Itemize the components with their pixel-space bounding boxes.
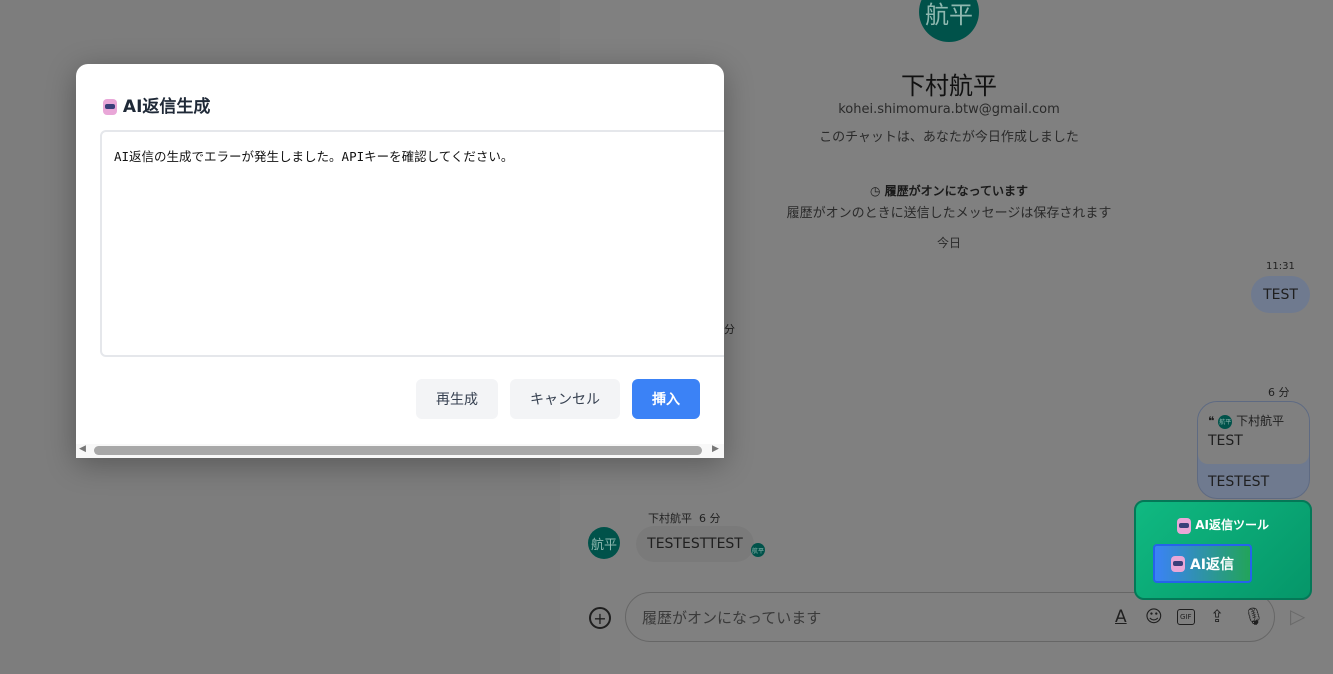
contact-avatar: 航平 <box>919 0 979 42</box>
emoji-icon[interactable]: ☺ <box>1145 607 1163 627</box>
message-time-partial: 分 <box>724 323 735 336</box>
message-bubble[interactable]: TESTESTTEST <box>636 526 754 562</box>
composer-placeholder: 履歴がオンになっています <box>642 608 822 627</box>
ai-reply-button-label: AI返信 <box>1189 556 1235 573</box>
quote-text: TEST <box>1208 433 1243 449</box>
sender-line: 下村航平 6 分 <box>648 510 721 526</box>
history-title-text: 履歴がオンになっています <box>884 184 1029 198</box>
cancel-button[interactable]: キャンセル <box>510 379 620 419</box>
sender-avatar[interactable]: 航平 <box>588 527 620 559</box>
robot-icon <box>1170 555 1185 572</box>
format-text-icon[interactable]: A <box>1115 607 1127 627</box>
message-text: TESTEST <box>1208 474 1270 490</box>
scrollbar-thumb[interactable] <box>94 446 702 455</box>
message-time: 6 分 <box>1268 386 1290 399</box>
scroll-right-arrow[interactable]: ▶ <box>712 444 719 454</box>
reply-message-bubble[interactable]: ❝ 航平 下村航平 TEST TESTEST <box>1197 401 1310 499</box>
dialog-title-text: AI返信生成 <box>122 97 211 117</box>
ai-reply-button[interactable]: AI返信 <box>1153 544 1252 583</box>
ai-tool-title-text: AI返信ツール <box>1195 518 1269 532</box>
history-icon: ◷ <box>869 184 885 198</box>
quote-avatar: 航平 <box>1218 414 1233 429</box>
read-receipt-avatar: 航平 <box>751 543 765 557</box>
regenerate-button[interactable]: 再生成 <box>416 379 498 419</box>
ai-tool-title: AI返信ツール <box>1136 516 1310 534</box>
microphone-icon[interactable]: 🎙 <box>1243 607 1265 627</box>
reply-textarea[interactable] <box>100 130 724 357</box>
sender-name: 下村航平 <box>648 512 692 525</box>
upload-icon[interactable]: ⇪ <box>1210 607 1224 627</box>
send-icon[interactable]: ▷ <box>1290 604 1305 628</box>
ai-reply-dialog: AI返信生成 再生成 キャンセル 挿入 ◀ ▶ <box>76 64 724 458</box>
message-time: 6 分 <box>699 512 721 525</box>
robot-icon <box>1177 517 1192 534</box>
robot-icon <box>103 99 117 115</box>
message-bubble[interactable]: TEST <box>1251 276 1310 313</box>
gif-icon[interactable]: GIF <box>1177 609 1195 625</box>
add-button[interactable]: + <box>589 607 611 629</box>
insert-button[interactable]: 挿入 <box>632 379 700 419</box>
dialog-title: AI返信生成 <box>103 92 210 117</box>
scroll-left-arrow[interactable]: ◀ <box>79 444 86 454</box>
quote-author: 下村航平 <box>1236 414 1285 428</box>
quote-icon: ❝ <box>1208 414 1219 428</box>
ai-tool-panel: AI返信ツール AI返信 <box>1134 500 1312 600</box>
message-time: 11:31 <box>1266 261 1295 272</box>
horizontal-scrollbar[interactable]: ◀ ▶ <box>76 444 724 458</box>
quoted-message[interactable]: ❝ 航平 下村航平 TEST <box>1198 402 1309 464</box>
